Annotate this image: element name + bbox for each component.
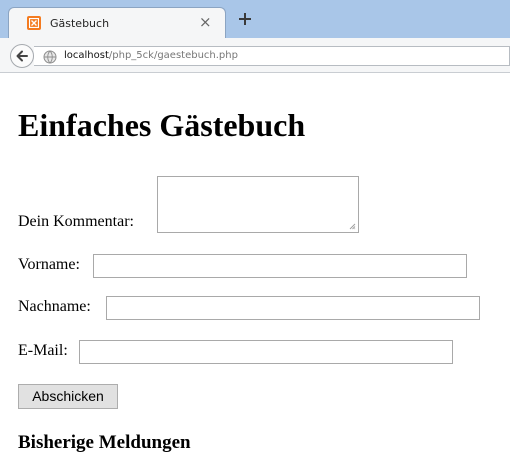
xampp-favicon-icon — [27, 16, 41, 30]
firstname-input[interactable] — [93, 254, 467, 278]
tab-title: Gästebuch — [50, 17, 110, 30]
globe-icon[interactable] — [43, 49, 57, 64]
lastname-label: Nachname: — [18, 298, 91, 315]
comment-textarea[interactable] — [157, 176, 359, 233]
navigation-toolbar: localhost/php_5ck/gaestebuch.php — [0, 38, 510, 73]
submit-button[interactable]: Abschicken — [18, 384, 118, 409]
email-input[interactable] — [79, 340, 453, 364]
url-host: localhost — [64, 50, 109, 61]
plus-icon[interactable] — [234, 8, 256, 30]
resize-grip-icon[interactable] — [349, 223, 356, 230]
browser-tab[interactable]: Gästebuch × — [8, 7, 226, 38]
email-label: E-Mail: — [18, 342, 68, 359]
page-content: Einfaches Gästebuch Dein Kommentar: Vorn… — [0, 73, 510, 461]
page-title: Einfaches Gästebuch — [18, 107, 306, 143]
back-button[interactable] — [10, 44, 34, 68]
tab-strip: Gästebuch × — [0, 0, 510, 38]
url-text[interactable]: localhost/php_5ck/gaestebuch.php — [64, 50, 238, 61]
url-bar[interactable]: localhost/php_5ck/gaestebuch.php — [34, 46, 510, 66]
tab-close-icon[interactable]: × — [199, 13, 212, 31]
messages-heading: Bisherige Meldungen — [18, 432, 191, 453]
url-path: /php_5ck/gaestebuch.php — [108, 50, 238, 61]
firstname-label: Vorname: — [18, 256, 80, 273]
comment-label: Dein Kommentar: — [18, 213, 134, 230]
lastname-input[interactable] — [106, 296, 480, 320]
